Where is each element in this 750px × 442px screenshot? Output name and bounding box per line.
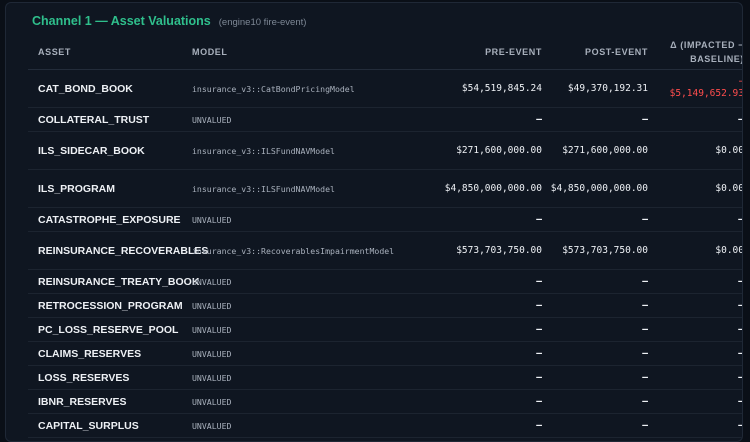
column-header-pre-event: PRE-EVENT [432,35,550,70]
delta-value: — [648,365,742,390]
table-row[interactable]: ILS_SIDECAR_BOOK insurance_v3::ILSFundNAV… [28,131,742,170]
table-row[interactable]: ILS_PROGRAM insurance_v3::ILSFundNAVModel… [28,169,742,208]
valuations-table: ASSET MODEL PRE-EVENT POST-EVENT Δ (IMPA… [28,35,743,438]
asset-name: LOSS_RESERVES [28,365,192,390]
model-name: UNVALUED [192,341,432,366]
asset-name: PC_LOSS_RESERVE_POOL [28,317,192,342]
delta-value: — [648,341,742,366]
model-name: UNVALUED [192,389,432,414]
asset-name: CAPITAL_SURPLUS [28,413,192,438]
table-row[interactable]: CAPITAL_SURPLUSUNVALUED——— [28,413,742,438]
column-header-delta: Δ (IMPACTED − BASELINE) [648,35,743,70]
model-name: UNVALUED [192,207,432,232]
post-event-value: — [550,107,648,132]
column-header-post-event: POST-EVENT [550,35,648,70]
model-name: insurance_v3::ILSFundNAVModel [192,131,432,170]
delta-value: — [648,413,742,438]
model-name: insurance_v3::CatBondPricingModel [192,69,432,108]
delta-value: — [648,317,742,342]
pre-event-value: — [432,107,550,132]
model-name: insurance_v3::ILSFundNAVModel [192,169,432,208]
model-name: insurance_v3::RecoverablesImpairmentMode… [192,231,432,270]
model-name: UNVALUED [192,269,432,294]
table-row[interactable]: CATASTROPHE_EXPOSUREUNVALUED——— [28,207,742,232]
asset-valuations-panel: Channel 1 — Asset Valuations (engine10 f… [5,2,743,442]
pre-event-value: $271,600,000.00 [432,131,550,170]
post-event-value: — [550,269,648,294]
post-event-value: — [550,365,648,390]
pre-event-value: — [432,317,550,342]
model-name: UNVALUED [192,413,432,438]
delta-value: — [648,207,742,232]
post-event-value: $271,600,000.00 [550,131,648,170]
pre-event-value: — [432,389,550,414]
table-row[interactable]: COLLATERAL_TRUSTUNVALUED——— [28,107,742,132]
asset-name: COLLATERAL_TRUST [28,107,192,132]
post-event-value: — [550,341,648,366]
table-row[interactable]: REINSURANCE_TREATY_BOOKUNVALUED——— [28,269,742,294]
delta-value: — [648,293,742,318]
post-event-value: — [550,317,648,342]
delta-value: $0.00 [648,131,742,170]
delta-value: — [648,107,742,132]
table-row[interactable]: PC_LOSS_RESERVE_POOLUNVALUED——— [28,317,742,342]
pre-event-value: $573,703,750.00 [432,231,550,270]
asset-name: ILS_PROGRAM [28,169,192,208]
delta-value: $0.00 [648,231,742,270]
delta-amount: $5,149,652.93 [669,88,743,99]
pre-event-value: — [432,293,550,318]
pre-event-value: — [432,413,550,438]
model-name: UNVALUED [192,107,432,132]
asset-name: ILS_SIDECAR_BOOK [28,131,192,170]
table-row[interactable]: CAT_BOND_BOOK insurance_v3::CatBondPricin… [28,69,743,108]
panel-title: Channel 1 — Asset Valuations [32,14,211,28]
post-event-value: — [550,389,648,414]
post-event-value: — [550,207,648,232]
asset-name: IBNR_RESERVES [28,389,192,414]
delta-value: — [648,389,742,414]
asset-name: CAT_BOND_BOOK [28,69,192,108]
delta-value: $0.00 [648,169,742,208]
asset-name: CLAIMS_RESERVES [28,341,192,366]
post-event-value: — [550,413,648,438]
pre-event-value: $4,850,000,000.00 [432,169,550,208]
column-header-model: MODEL [192,35,432,70]
table-row[interactable]: LOSS_RESERVESUNVALUED——— [28,365,742,390]
delta-value: −$5,149,652.93 [648,69,743,108]
pre-event-value: — [432,207,550,232]
model-name: UNVALUED [192,317,432,342]
pre-event-value: $54,519,845.24 [432,69,550,108]
panel-subtitle: (engine10 fire-event) [218,17,307,28]
table-header-row: ASSET MODEL PRE-EVENT POST-EVENT Δ (IMPA… [28,35,743,70]
post-event-value: $573,703,750.00 [550,231,648,270]
post-event-value: $4,850,000,000.00 [550,169,648,208]
pre-event-value: — [432,269,550,294]
column-header-delta-line2: BASELINE) [690,54,743,64]
delta-sign: − [648,77,742,88]
asset-name: REINSURANCE_TREATY_BOOK [28,269,199,294]
table-row[interactable]: RETROCESSION_PROGRAMUNVALUED——— [28,293,742,318]
panel-header: Channel 1 — Asset Valuations (engine10 f… [32,12,306,30]
pre-event-value: — [432,341,550,366]
model-name: UNVALUED [192,365,432,390]
column-header-asset: ASSET [28,35,192,70]
column-header-delta-line1: Δ (IMPACTED − [670,40,743,50]
asset-name: RETROCESSION_PROGRAM [28,293,192,318]
post-event-value: $49,370,192.31 [550,69,648,108]
delta-value: — [648,269,742,294]
pre-event-value: — [432,365,550,390]
table-row[interactable]: REINSURANCE_RECOVERABLES insurance_v3::Re… [28,231,742,270]
post-event-value: — [550,293,648,318]
asset-name: REINSURANCE_RECOVERABLES [28,231,208,270]
table-row[interactable]: CLAIMS_RESERVESUNVALUED——— [28,341,742,366]
table-row[interactable]: IBNR_RESERVESUNVALUED——— [28,389,742,414]
asset-name: CATASTROPHE_EXPOSURE [28,207,192,232]
model-name: UNVALUED [192,293,432,318]
